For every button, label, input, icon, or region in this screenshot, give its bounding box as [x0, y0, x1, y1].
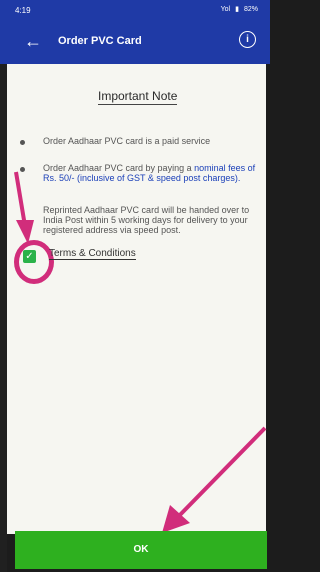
ok-button[interactable]: OK	[15, 531, 267, 569]
page-title: Order PVC Card	[58, 35, 142, 47]
back-arrow-icon[interactable]: ←	[24, 31, 42, 51]
status-time: 4:19	[15, 6, 31, 15]
note-item-2: Order Aadhaar PVC card by paying a nomin…	[20, 163, 260, 183]
signal-icon: Yol	[220, 5, 231, 13]
terms-link[interactable]: Terms & Conditions	[49, 248, 136, 260]
battery-percent: 82%	[243, 5, 258, 13]
screen-edge	[0, 64, 7, 572]
note-text-3: Reprinted Aadhaar PVC card will be hande…	[43, 205, 250, 235]
note-text-2: Order Aadhaar PVC card by paying a nomin…	[43, 163, 260, 183]
app-bar: ← Order PVC Card i	[0, 20, 270, 64]
status-icons: Yol ▮ 82%	[220, 5, 258, 14]
annotation-arrow-diagonal	[162, 426, 267, 533]
info-icon[interactable]: i	[239, 31, 256, 48]
important-note-heading: Important Note	[98, 89, 178, 105]
bullet-icon	[20, 140, 25, 145]
status-bar: 4:19 Yol ▮ 82%	[0, 0, 270, 20]
terms-checkbox[interactable]: ✓	[23, 250, 36, 263]
note-text-2-plain: Order Aadhaar PVC card by paying a	[43, 163, 195, 173]
note-item-1: Order Aadhaar PVC card is a paid service	[20, 136, 260, 146]
annotation-arrow-down	[14, 171, 34, 244]
battery-icon: ▮	[235, 6, 239, 13]
note-item-3: Reprinted Aadhaar PVC card will be hande…	[20, 205, 260, 235]
note-text-1: Order Aadhaar PVC card is a paid service	[43, 136, 211, 146]
